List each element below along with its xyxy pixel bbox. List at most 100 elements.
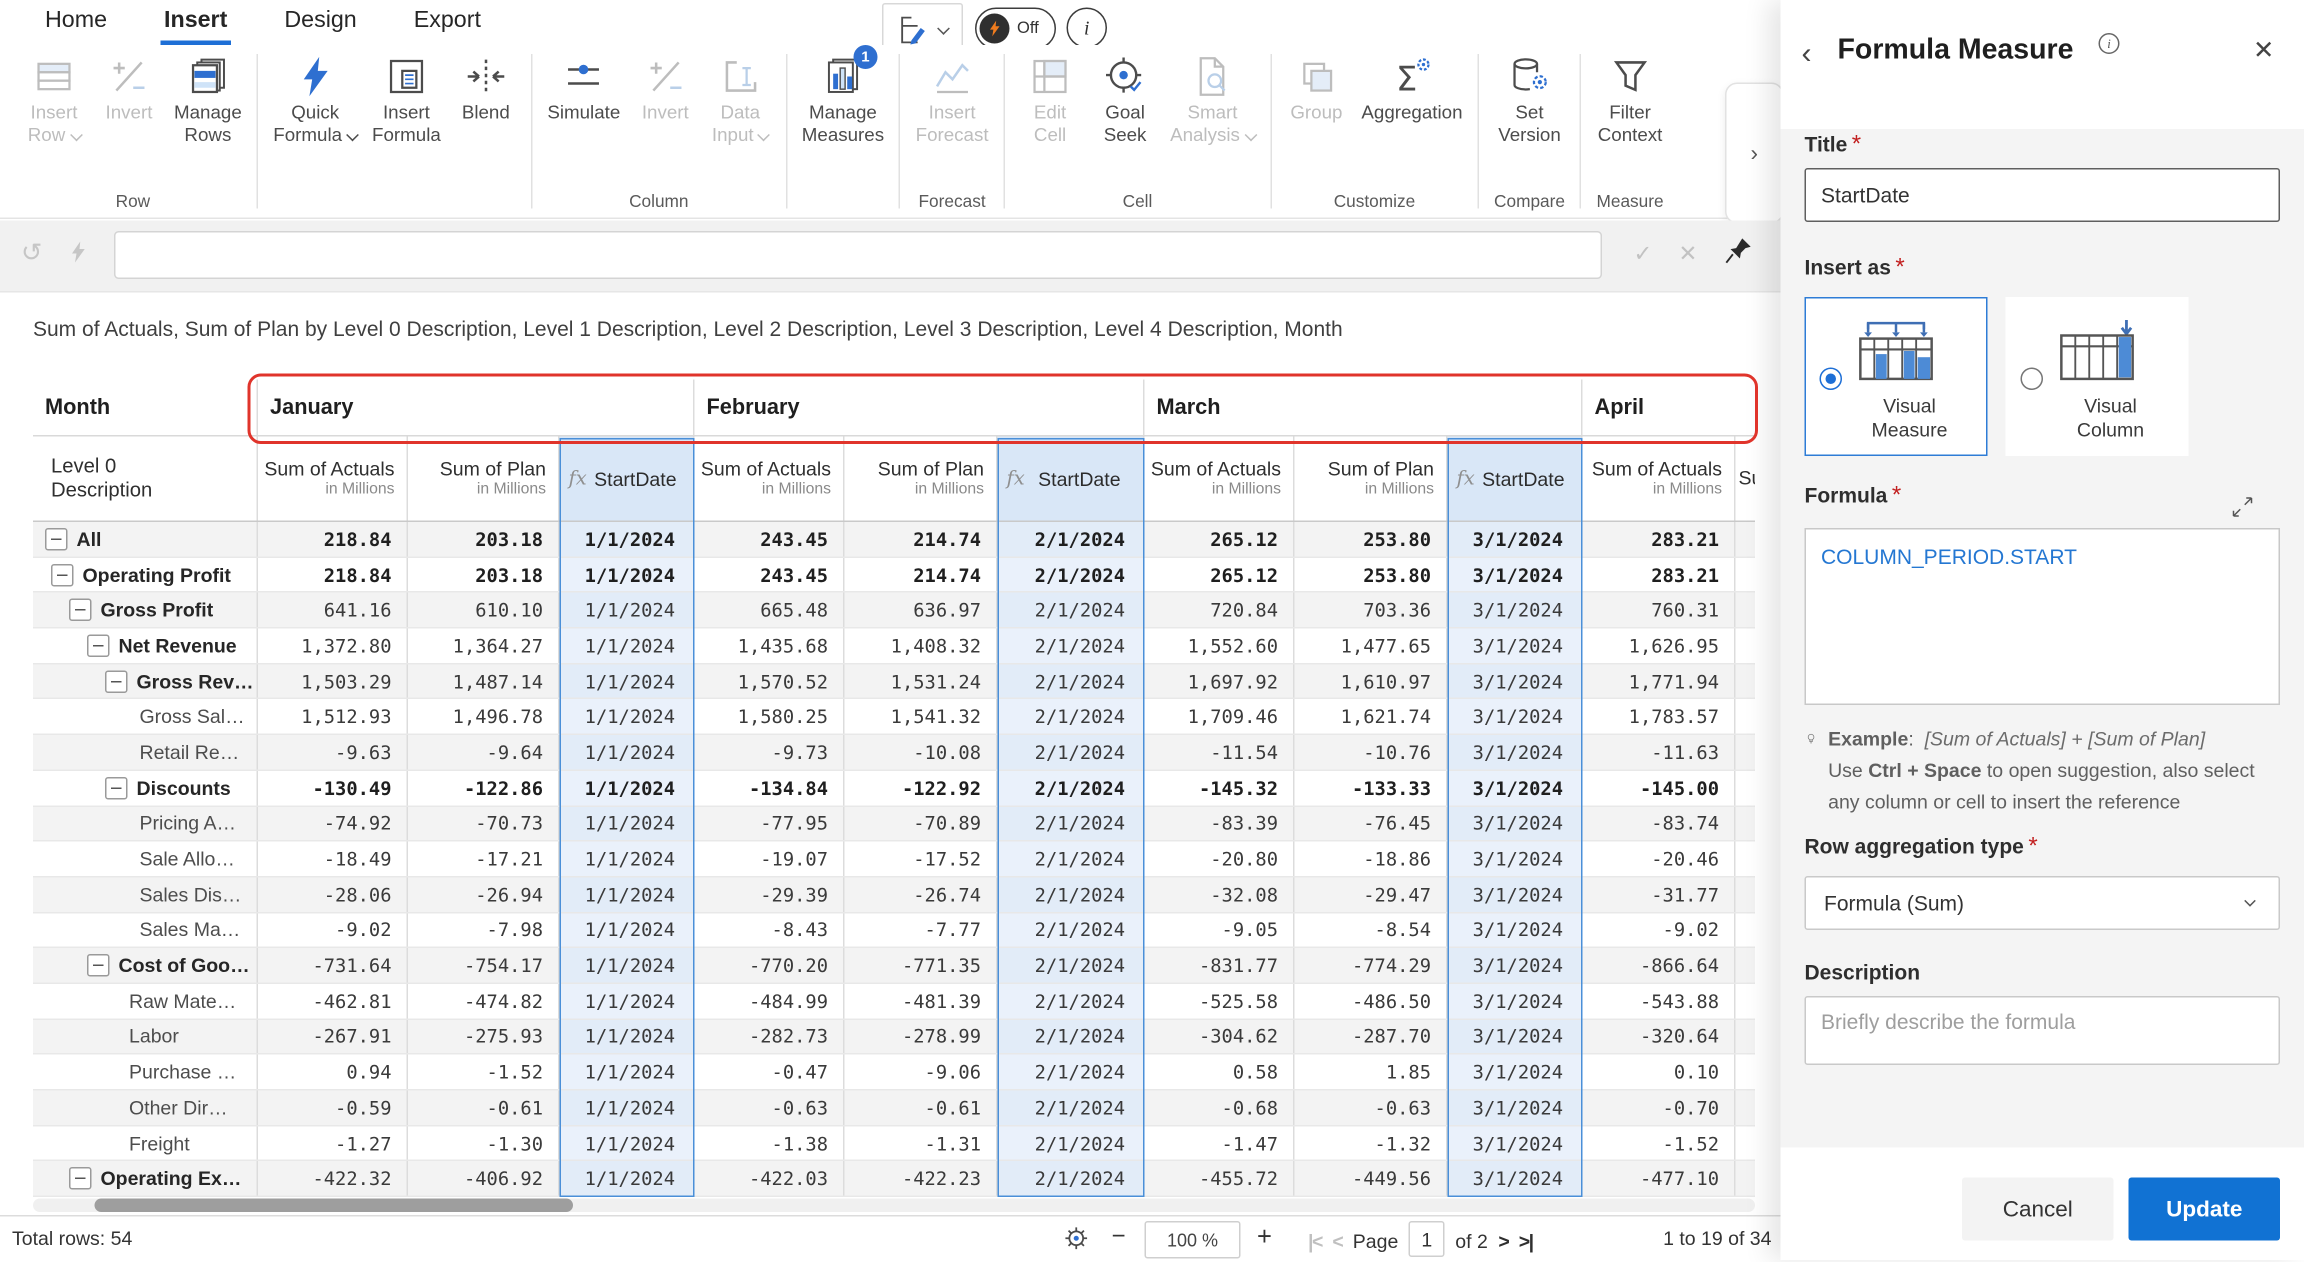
row-header-cell[interactable]: Net Revenue: [33, 629, 258, 663]
cell[interactable]: -9.02: [258, 913, 408, 947]
cell[interactable]: -1.38: [695, 1126, 845, 1160]
formula-cell[interactable]: 1/1/2024: [560, 984, 695, 1018]
cell[interactable]: -76.45: [1295, 806, 1448, 840]
formula-cell[interactable]: 3/1/2024: [1448, 842, 1583, 876]
cancel-icon[interactable]: ✕: [1679, 240, 1698, 267]
page-number-input[interactable]: 1: [1409, 1221, 1445, 1257]
settings-gear-icon[interactable]: [1061, 1223, 1093, 1259]
cell[interactable]: 243.45: [695, 558, 845, 592]
cell[interactable]: -18.86: [1295, 842, 1448, 876]
cell[interactable]: -278.99: [845, 1019, 998, 1053]
formula-cell[interactable]: 2/1/2024: [998, 664, 1145, 698]
cell[interactable]: -145.32: [1145, 771, 1295, 805]
cell[interactable]: -1.32: [1295, 1126, 1448, 1160]
filter-context-button[interactable]: FilterContext: [1598, 51, 1663, 147]
cell[interactable]: 1,496.78: [408, 700, 560, 734]
formula-cell[interactable]: 3/1/2024: [1448, 913, 1583, 947]
zoom-level-box[interactable]: 100 %: [1145, 1221, 1241, 1259]
formula-cell[interactable]: 3/1/2024: [1448, 877, 1583, 911]
cell[interactable]: -70.73: [408, 806, 560, 840]
cell[interactable]: -422.32: [258, 1162, 408, 1196]
formula-cell[interactable]: 3/1/2024: [1448, 1126, 1583, 1160]
cell[interactable]: 1,709.46: [1145, 700, 1295, 734]
cell[interactable]: -77.95: [695, 806, 845, 840]
cell[interactable]: -9.02: [1583, 913, 1736, 947]
cell[interactable]: -17.21: [408, 842, 560, 876]
cell[interactable]: -83.39: [1145, 806, 1295, 840]
last-page-button[interactable]: >|: [1519, 1230, 1533, 1253]
formula-cell[interactable]: 1/1/2024: [560, 1126, 695, 1160]
cell[interactable]: 214.74: [845, 558, 998, 592]
formula-cell[interactable]: 3/1/2024: [1448, 558, 1583, 592]
row-header-cell[interactable]: Sale Allo…: [33, 842, 258, 876]
formula-cell[interactable]: 2/1/2024: [998, 593, 1145, 627]
formula-cell[interactable]: 2/1/2024: [998, 913, 1145, 947]
cell[interactable]: 1,408.32: [845, 629, 998, 663]
close-icon[interactable]: ✕: [2253, 36, 2274, 66]
cell[interactable]: -29.39: [695, 877, 845, 911]
row-header-cell[interactable]: Operating Ex…: [33, 1162, 258, 1196]
collapse-icon[interactable]: [69, 599, 92, 622]
first-page-button[interactable]: |<: [1308, 1230, 1322, 1253]
formula-cell[interactable]: 1/1/2024: [560, 913, 695, 947]
cell[interactable]: -1.52: [1583, 1126, 1736, 1160]
row-header-cell[interactable]: Cost of Goo…: [33, 948, 258, 982]
cell[interactable]: -31.77: [1583, 877, 1736, 911]
month-header[interactable]: January: [258, 380, 695, 436]
cell[interactable]: -731.64: [258, 948, 408, 982]
cell[interactable]: -0.61: [845, 1091, 998, 1125]
cell[interactable]: -1.30: [408, 1126, 560, 1160]
row-header-cell[interactable]: Gross Profit: [33, 593, 258, 627]
table-row[interactable]: Retail Re…-9.63-9.641/1/2024-9.73-10.082…: [33, 735, 1755, 771]
undo-icon[interactable]: ↺: [21, 239, 42, 269]
row-header-cell[interactable]: Pricing A…: [33, 806, 258, 840]
measure-header[interactable]: Sum of Actualsin Millions: [258, 437, 408, 521]
cell[interactable]: -1.31: [845, 1126, 998, 1160]
row-header-cell[interactable]: All: [33, 522, 258, 556]
table-row[interactable]: Labor-267.91-275.931/1/2024-282.73-278.9…: [33, 1019, 1755, 1055]
formula-cell[interactable]: 2/1/2024: [998, 771, 1145, 805]
row-header-cell[interactable]: Other Dir…: [33, 1091, 258, 1125]
cell[interactable]: 1,697.92: [1145, 664, 1295, 698]
cell[interactable]: 1,570.52: [695, 664, 845, 698]
cell[interactable]: 265.12: [1145, 558, 1295, 592]
horizontal-scrollbar-thumb[interactable]: [95, 1199, 574, 1213]
row-header-cell[interactable]: Discounts: [33, 771, 258, 805]
table-row[interactable]: Operating Profit218.84203.181/1/2024243.…: [33, 558, 1755, 594]
cell[interactable]: -0.70: [1583, 1091, 1736, 1125]
cell[interactable]: 1,541.32: [845, 700, 998, 734]
cell[interactable]: -287.70: [1295, 1019, 1448, 1053]
row-header-cell[interactable]: Gross Rev…: [33, 664, 258, 698]
cell[interactable]: -122.92: [845, 771, 998, 805]
cell[interactable]: -9.05: [1145, 913, 1295, 947]
formula-cell[interactable]: 2/1/2024: [998, 1055, 1145, 1089]
cell[interactable]: 641.16: [258, 593, 408, 627]
measure-header[interactable]: Sum of Planin Millions: [845, 437, 998, 521]
month-header[interactable]: March: [1145, 380, 1583, 436]
cell[interactable]: 1,487.14: [408, 664, 560, 698]
cell[interactable]: 1,552.60: [1145, 629, 1295, 663]
manage-rows-button[interactable]: ManageRows: [174, 51, 242, 147]
cell[interactable]: -26.94: [408, 877, 560, 911]
cell[interactable]: -771.35: [845, 948, 998, 982]
cell[interactable]: -770.20: [695, 948, 845, 982]
cell[interactable]: -831.77: [1145, 948, 1295, 982]
formula-cell[interactable]: 2/1/2024: [998, 984, 1145, 1018]
cell[interactable]: -449.56: [1295, 1162, 1448, 1196]
table-row[interactable]: Gross Profit641.16610.101/1/2024665.4863…: [33, 593, 1755, 629]
measure-header[interactable]: Sum of Planin Millions: [408, 437, 560, 521]
info-icon[interactable]: i: [1067, 8, 1108, 49]
formula-cell[interactable]: 3/1/2024: [1448, 700, 1583, 734]
collapse-icon[interactable]: [45, 528, 68, 551]
cell[interactable]: 610.10: [408, 593, 560, 627]
cell[interactable]: -486.50: [1295, 984, 1448, 1018]
collapse-icon[interactable]: [69, 1167, 92, 1190]
update-button[interactable]: Update: [2129, 1178, 2281, 1241]
cell[interactable]: -406.92: [408, 1162, 560, 1196]
cell[interactable]: 636.97: [845, 593, 998, 627]
cell[interactable]: 1,364.27: [408, 629, 560, 663]
row-header-cell[interactable]: Sales Ma…: [33, 913, 258, 947]
cell[interactable]: -9.06: [845, 1055, 998, 1089]
cell[interactable]: 283.21: [1583, 522, 1736, 556]
cell[interactable]: -0.59: [258, 1091, 408, 1125]
